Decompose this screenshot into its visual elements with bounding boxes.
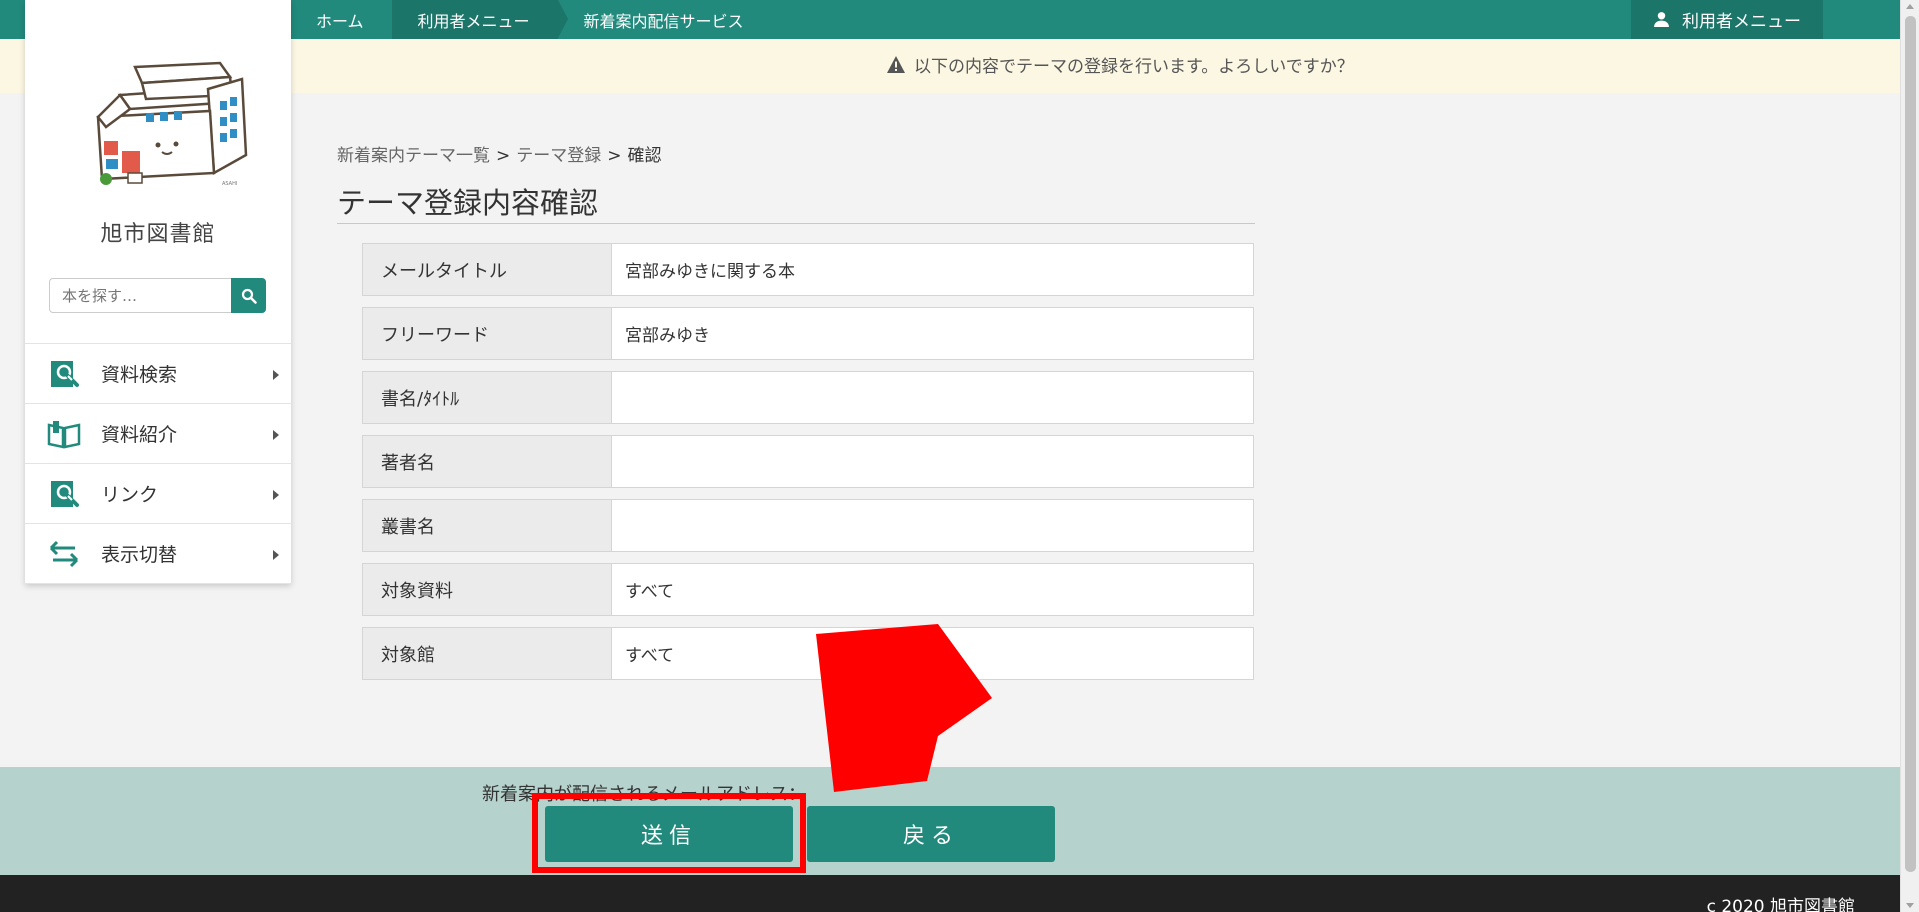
- search-button[interactable]: [231, 278, 266, 313]
- sidebar-item-label: 資料紹介: [101, 424, 178, 446]
- sidebar-search: [49, 278, 266, 313]
- sidebar-item-label: 資料検索: [101, 364, 178, 386]
- detail-row-mail-title: メールタイトル 宮部みゆきに関する本: [362, 243, 1254, 296]
- copyright-text: c 2020 旭市図書館: [1706, 897, 1855, 912]
- footer-bar: c 2020 旭市図書館: [0, 875, 1900, 912]
- detail-label: 対象館: [363, 628, 612, 679]
- breadcrumb-theme-list-link[interactable]: 新着案内テーマ一覧: [337, 146, 490, 166]
- detail-row-free-word: フリーワード 宮部みゆき: [362, 307, 1254, 360]
- caret-right-icon: [273, 430, 279, 440]
- notice-text: 以下の内容でテーマの登録を行います。よろしいですか？: [914, 57, 1354, 77]
- svg-text:ASAHI: ASAHI: [222, 181, 237, 187]
- search-input[interactable]: [49, 278, 231, 313]
- crumb-separator: [557, 0, 568, 38]
- sidebar-item-material-search[interactable]: 資料検索: [25, 344, 291, 404]
- page-title: テーマ登録内容確認: [337, 186, 599, 220]
- vertical-scrollbar[interactable]: [1900, 0, 1919, 912]
- detail-label: 書名/ﾀｲﾄﾙ: [363, 372, 612, 423]
- library-name: 旭市図書館: [100, 222, 216, 247]
- magnifier-book-icon: [51, 360, 79, 387]
- crumb-user-menu[interactable]: 利用者メニュー: [391, 0, 568, 39]
- caret-right-icon: [273, 370, 279, 380]
- sidebar-item-label: リンク: [101, 484, 159, 506]
- search-icon: [241, 288, 257, 304]
- sidebar-item-label: 表示切替: [101, 544, 178, 566]
- library-building-logo[interactable]: ASAHI: [80, 55, 250, 190]
- detail-label: メールタイトル: [363, 244, 612, 295]
- caret-right-icon: [273, 490, 279, 500]
- sidebar-menu: 資料検索 資料紹介 リンク 表示切替: [25, 343, 291, 584]
- detail-label: 対象資料: [363, 564, 612, 615]
- breadcrumb-separator: >: [607, 146, 622, 166]
- detail-value: すべて: [625, 582, 675, 602]
- highlight-box: [532, 793, 806, 873]
- breadcrumb-separator: >: [496, 146, 511, 166]
- detail-value: [612, 436, 1253, 487]
- switch-arrows-icon: [49, 540, 79, 567]
- open-book-icon: [47, 420, 81, 449]
- notice-message-row: 以下の内容でテーマの登録を行います。よろしいですか？: [886, 52, 1354, 77]
- scroll-up-icon[interactable]: [1906, 4, 1914, 9]
- detail-row-author: 著者名: [362, 435, 1254, 488]
- detail-label: フリーワード: [363, 308, 612, 359]
- user-menu-label: 利用者メニュー: [1682, 12, 1801, 32]
- detail-value: [612, 500, 1253, 551]
- breadcrumb-theme-register-link[interactable]: テーマ登録: [516, 146, 601, 166]
- crumb-new-arrivals-service: 新着案内配信サービス: [558, 0, 772, 39]
- detail-row-target-material: 対象資料 すべて: [362, 563, 1254, 616]
- crumb-user-menu-label: 利用者メニュー: [417, 11, 530, 31]
- detail-row-series: 叢書名: [362, 499, 1254, 552]
- person-icon: [1654, 12, 1669, 27]
- magnifier-book-icon: [51, 480, 79, 507]
- breadcrumb-current: 確認: [627, 146, 662, 166]
- crumb-home-label: ホーム: [316, 11, 364, 31]
- detail-row-book-title: 書名/ﾀｲﾄﾙ: [362, 371, 1254, 424]
- caret-right-icon: [273, 550, 279, 560]
- scroll-down-icon[interactable]: [1906, 903, 1914, 908]
- detail-value: 宮部みゆき: [625, 326, 710, 346]
- back-button[interactable]: 戻る: [807, 806, 1055, 862]
- sidebar: ASAHI 旭市図書館 資料検索 資料紹介 リンク 表示切替: [25, 0, 291, 584]
- detail-label: 著者名: [363, 436, 612, 487]
- warning-icon: [887, 56, 905, 73]
- breadcrumb: 新着案内テーマ一覧 > テーマ登録 > 確認: [337, 141, 662, 166]
- detail-value: 宮部みゆきに関する本: [625, 262, 795, 282]
- global-breadcrumb: ホーム 利用者メニュー 新着案内配信サービス: [290, 0, 772, 39]
- sidebar-item-display-switch[interactable]: 表示切替: [25, 524, 291, 584]
- sidebar-item-links[interactable]: リンク: [25, 464, 291, 524]
- annotation-arrow-icon: [816, 624, 992, 792]
- crumb-home[interactable]: ホーム: [290, 0, 392, 39]
- detail-value: [612, 372, 1253, 423]
- user-menu-button[interactable]: 利用者メニュー: [1631, 0, 1823, 39]
- sidebar-item-material-intro[interactable]: 資料紹介: [25, 404, 291, 464]
- title-divider: [337, 223, 1255, 224]
- scrollbar-thumb[interactable]: [1905, 16, 1916, 872]
- crumb-new-arrivals-label: 新着案内配信サービス: [583, 11, 744, 31]
- detail-label: 叢書名: [363, 500, 612, 551]
